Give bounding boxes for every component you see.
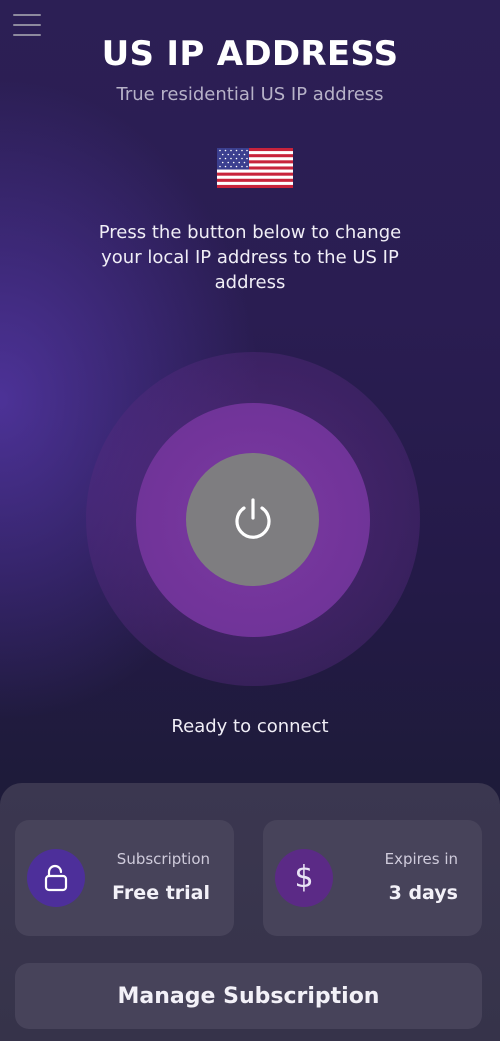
subscription-card: Subscription Free trial — [15, 820, 234, 936]
menu-line — [13, 24, 41, 26]
page-subtitle: True residential US IP address — [116, 84, 384, 105]
expires-card: $ Expires in 3 days — [263, 820, 482, 936]
connect-power-button[interactable] — [186, 453, 319, 586]
power-icon — [234, 497, 271, 539]
manage-subscription-button[interactable]: Manage Subscription — [15, 963, 482, 1029]
subscription-label: Subscription — [116, 850, 210, 868]
page-title: US IP ADDRESS — [101, 34, 399, 74]
unlock-icon — [27, 849, 85, 907]
connection-status: Ready to connect — [171, 716, 329, 737]
us-flag-icon — [217, 148, 293, 188]
expires-label: Expires in — [384, 850, 458, 868]
connect-instructions: Press the button below to change your lo… — [98, 222, 402, 293]
expires-value: 3 days — [388, 882, 458, 904]
menu-line — [13, 14, 41, 16]
hamburger-menu-icon[interactable] — [13, 14, 43, 36]
subscription-value: Free trial — [112, 882, 210, 904]
dollar-glyph: $ — [294, 860, 314, 895]
dollar-icon: $ — [275, 849, 333, 907]
